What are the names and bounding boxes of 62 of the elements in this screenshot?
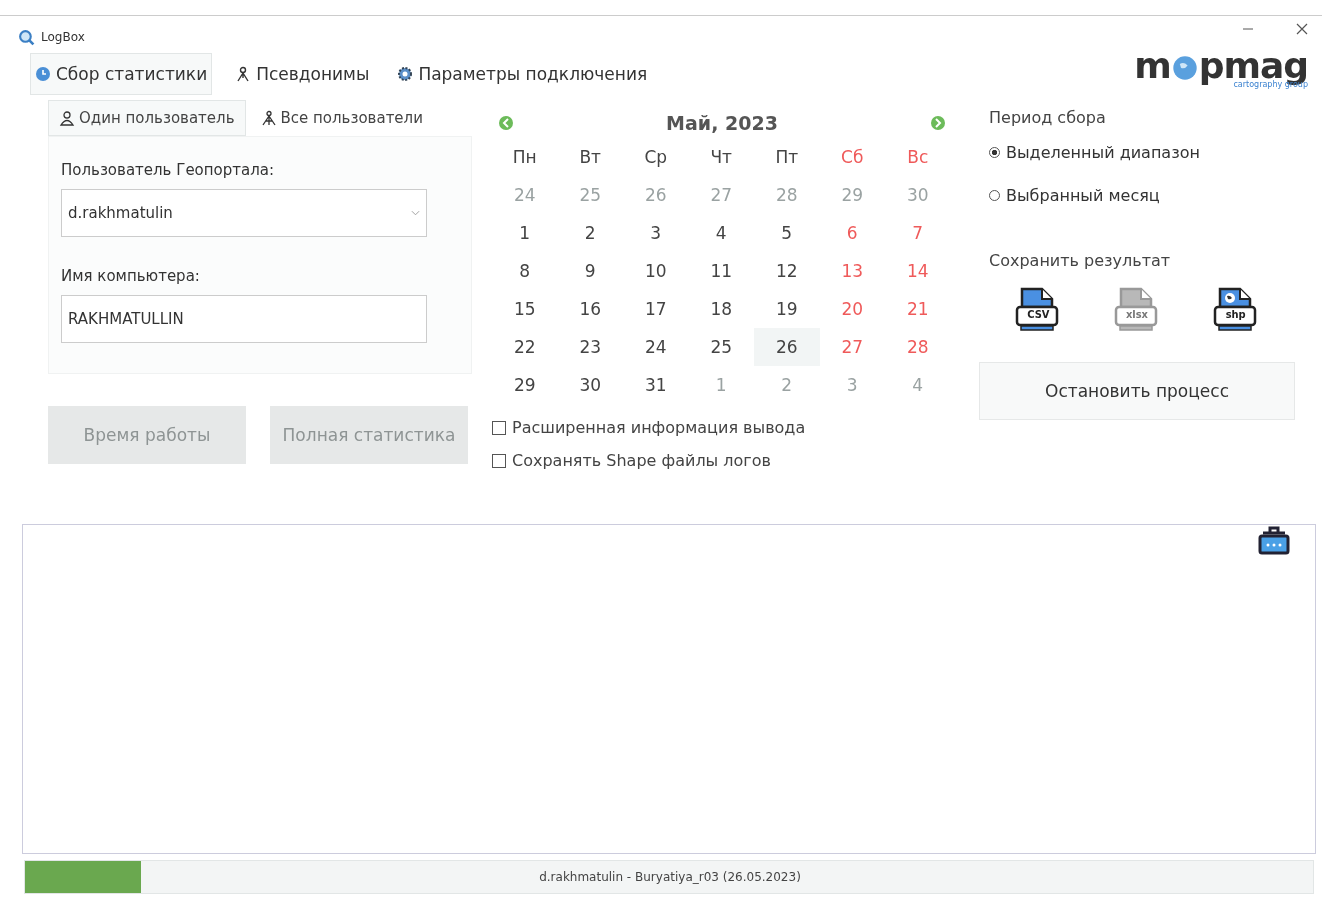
magnifier-icon [18,28,35,46]
calendar-day[interactable]: 23 [557,328,623,366]
calendar-day[interactable]: 25 [688,328,754,366]
calendar-day[interactable]: 29 [492,366,558,404]
tab[interactable]: Сбор статистики [30,53,213,95]
calendar-day[interactable]: 11 [688,252,754,290]
radio-option[interactable]: Выделенный диапазон [989,143,1200,162]
tab[interactable]: Все пользователи [249,100,434,136]
settings-icon [397,66,414,82]
calendar-day[interactable]: 30 [557,366,623,404]
weekday-label: Чт [709,146,734,169]
stop-button[interactable]: Остановить процесс [979,362,1295,420]
file-format-button[interactable]: shp [1211,286,1260,334]
calendar-day[interactable]: 3 [623,214,689,252]
user-icon [59,110,75,126]
field-label: Пользователь Геопортала: [61,161,276,179]
calendar-day[interactable]: 18 [688,290,754,328]
calendar-day[interactable]: 9 [557,252,623,290]
next-month-icon[interactable] [930,115,946,131]
calendar-day[interactable]: 24 [623,328,689,366]
users-icon [260,110,277,126]
weekday-label: Сб [840,146,865,169]
calendar-day[interactable]: 4 [688,214,754,252]
user-dropdown[interactable]: d.rakhmatulin [61,189,427,237]
calendar-day[interactable]: 17 [623,290,689,328]
weekday-label: Ср [643,146,669,169]
field-label: Имя компьютера: [61,267,201,285]
previous-month-icon[interactable] [498,115,514,131]
calendar-day[interactable]: 31 [623,366,689,404]
calendar-day[interactable]: 8 [492,252,558,290]
chevron-down-icon[interactable] [411,210,420,216]
calendar-day[interactable]: 10 [623,252,689,290]
calendar-day[interactable]: 26 [754,328,820,366]
checkbox-option[interactable]: Сохранять Shape файлы логов [492,451,771,470]
calendar-day[interactable]: 19 [754,290,820,328]
calendar-day[interactable]: 12 [754,252,820,290]
group-title: Сохранить результат [989,251,1172,270]
tab[interactable]: Один пользователь [48,100,246,136]
weekday-label: Вт [578,146,603,169]
calendar-day[interactable]: 15 [492,290,558,328]
close-icon[interactable] [1296,23,1308,35]
file-format-button[interactable]: CSV [1014,286,1063,334]
group-title: Период сбора [989,108,1107,127]
calendar-day[interactable]: 16 [557,290,623,328]
calendar-day[interactable]: 22 [492,328,558,366]
person-icon [235,66,252,82]
tab[interactable]: Псевдонимы [230,53,375,95]
checkbox-option[interactable]: Расширенная информация вывода [492,418,806,437]
calendar-day[interactable]: 5 [754,214,820,252]
calendar-day[interactable]: 1 [492,214,558,252]
month-title: Май, 2023 [666,112,778,134]
basket-icon[interactable] [1257,525,1291,555]
clock-icon [35,66,51,82]
window-title: LogBox [41,30,85,44]
weekday-label: Пт [774,146,800,169]
weekday-label: Вс [906,146,930,169]
status-text: d.rakhmatulin - Buryatiya_r03 (26.05.2023) [538,870,802,884]
radio-option[interactable]: Выбранный месяц [989,186,1160,205]
weekday-label: Пн [511,146,538,169]
computer-field[interactable]: RAKHMATULLIN [61,295,427,343]
calendar-day[interactable]: 2 [557,214,623,252]
tab[interactable]: Параметры подключения [392,53,653,95]
